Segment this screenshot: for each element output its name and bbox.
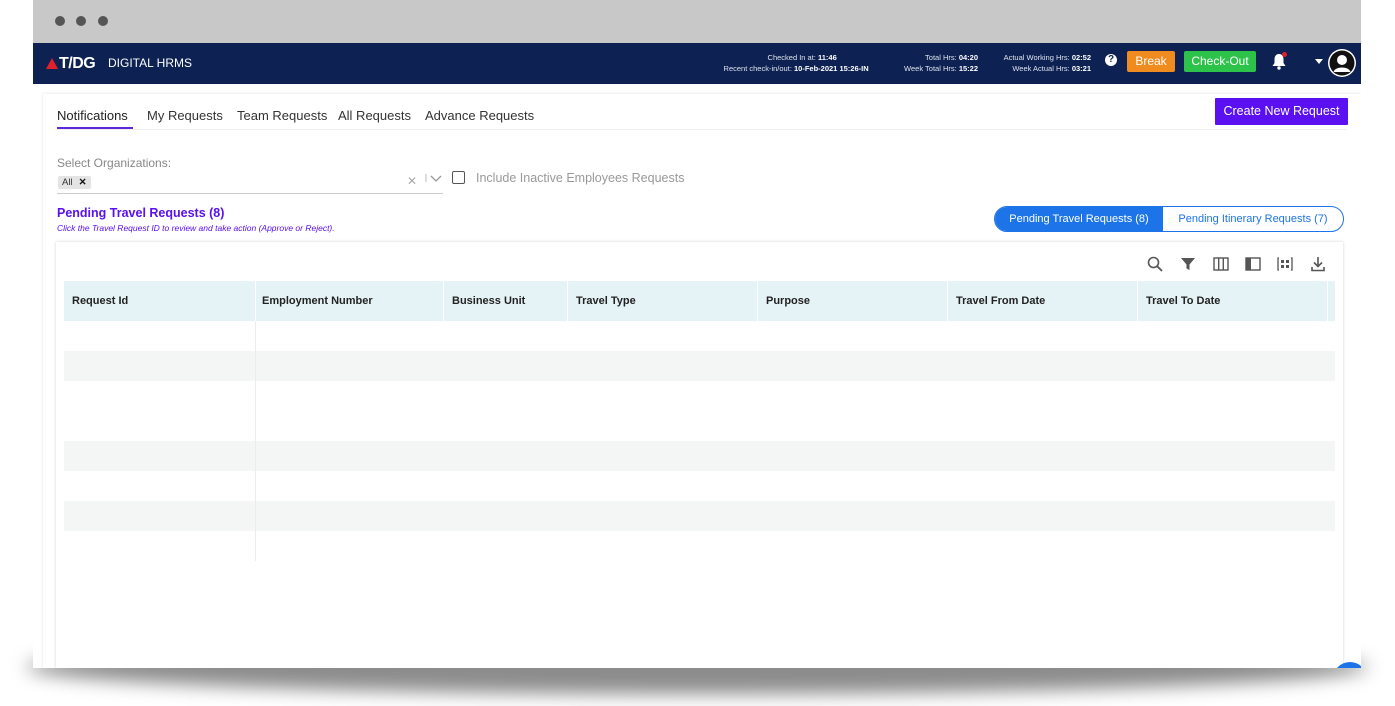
clear-icon[interactable]: ✕ [407,174,417,188]
table-row[interactable] [64,441,1335,471]
org-chip-label: All [62,177,73,188]
checked-in-value: 11:46 [818,53,837,62]
chevron-down-icon[interactable] [425,172,443,187]
actual-working-label: Actual Working Hrs: [1003,53,1070,62]
window-dot-icon[interactable] [98,16,108,26]
notification-badge [1282,52,1287,57]
active-tab-indicator [57,127,133,129]
filter-icon[interactable] [1179,255,1197,273]
help-icon[interactable]: ? [1105,54,1117,66]
main-content: Notifications My Requests Team Requests … [43,94,1361,668]
table-row[interactable] [64,351,1335,381]
column-employment-number[interactable]: Employment Number [254,281,444,321]
logo[interactable]: T/DG [46,55,96,73]
column-travel-to-date[interactable]: Travel To Date [1138,281,1328,321]
org-select-underline [57,193,443,194]
requests-table: Request Id Employment Number Business Un… [56,242,1343,668]
check-in-stats: Checked In at: 11:46 Recent check-in/out… [688,52,878,74]
table-row[interactable] [64,471,1335,501]
actual-hours-stats: Actual Working Hrs: 02:52 Week Actual Hr… [981,52,1091,74]
table-cell[interactable] [64,351,256,381]
search-icon[interactable] [1146,255,1164,273]
section-subtitle: Click the Travel Request ID to review an… [57,223,335,233]
tabs-divider [57,129,1347,130]
actual-working-value: 02:52 [1071,53,1091,62]
panel-icon[interactable] [1244,255,1262,273]
column-business-unit[interactable]: Business Unit [444,281,568,321]
columns-icon[interactable] [1212,255,1230,273]
tab-advance-requests[interactable]: Advance Requests [425,108,534,123]
logo-text: T/DG [59,55,96,72]
window-dot-icon[interactable] [55,16,65,26]
table-cell[interactable] [64,441,256,471]
include-inactive-label: Include Inactive Employees Requests [476,171,685,185]
total-hrs-value: 04:20 [958,53,978,62]
logo-triangle-icon [46,58,58,69]
check-out-button[interactable]: Check-Out [1184,51,1256,72]
section-title: Pending Travel Requests (8) [57,206,225,220]
tab-notifications[interactable]: Notifications [57,108,128,123]
window-dot-icon[interactable] [76,16,86,26]
week-actual-value: 03:21 [1071,64,1091,73]
table-cell[interactable] [64,501,256,531]
column-travel-from-date[interactable]: Travel From Date [948,281,1138,321]
toggle-pending-itinerary[interactable]: Pending Itinerary Requests (7) [1163,207,1343,231]
window-chrome [33,0,1361,43]
request-type-toggle: Pending Travel Requests (8) Pending Itin… [994,206,1344,232]
close-icon[interactable]: ✕ [79,177,87,188]
table-header: Request Id Employment Number Business Un… [64,281,1335,321]
column-travel-type[interactable]: Travel Type [568,281,758,321]
table-row[interactable] [64,501,1335,531]
top-bar: T/DG DIGITAL HRMS Checked In at: 11:46 R… [33,43,1361,84]
download-icon[interactable] [1309,255,1327,273]
recent-value: 10-Feb-2021 15:26-IN [794,64,869,73]
tab-my-requests[interactable]: My Requests [147,108,223,123]
table-cell[interactable] [64,381,256,411]
week-actual-label: Week Actual Hrs: [1012,64,1070,73]
total-hrs-label: Total Hrs: [925,53,957,62]
tab-all-requests[interactable]: All Requests [338,108,411,123]
browser-window: T/DG DIGITAL HRMS Checked In at: 11:46 R… [33,0,1361,668]
user-icon [1329,50,1355,76]
table-row[interactable] [64,381,1335,411]
table-row[interactable] [64,411,1335,441]
checked-in-label: Checked In at: [767,53,816,62]
brand-name: DIGITAL HRMS [108,56,193,70]
org-chip[interactable]: All ✕ [58,176,91,189]
toggle-pending-travel[interactable]: Pending Travel Requests (8) [995,207,1163,231]
week-total-label: Week Total Hrs: [904,64,957,73]
table-cell[interactable] [64,321,256,351]
table-row[interactable] [64,321,1335,351]
break-button[interactable]: Break [1127,51,1175,72]
table-cell[interactable] [64,411,256,441]
table-row[interactable] [64,531,1335,561]
column-request-id[interactable]: Request Id [64,281,256,321]
table-cell[interactable] [64,471,256,501]
org-select-label: Select Organizations: [57,156,172,170]
total-hours-stats: Total Hrs: 04:20 Week Total Hrs: 15:22 [871,52,978,74]
include-inactive-checkbox[interactable] [452,171,465,184]
column-purpose[interactable]: Purpose [758,281,948,321]
recent-label: Recent check-in/out: [723,64,792,73]
avatar[interactable] [1328,49,1356,77]
tab-team-requests[interactable]: Team Requests [237,108,327,123]
chevron-down-icon[interactable] [1315,59,1323,64]
density-icon[interactable] [1276,255,1294,273]
week-total-value: 15:22 [958,64,978,73]
create-new-request-button[interactable]: Create New Request [1215,98,1348,125]
table-cell[interactable] [64,531,256,561]
